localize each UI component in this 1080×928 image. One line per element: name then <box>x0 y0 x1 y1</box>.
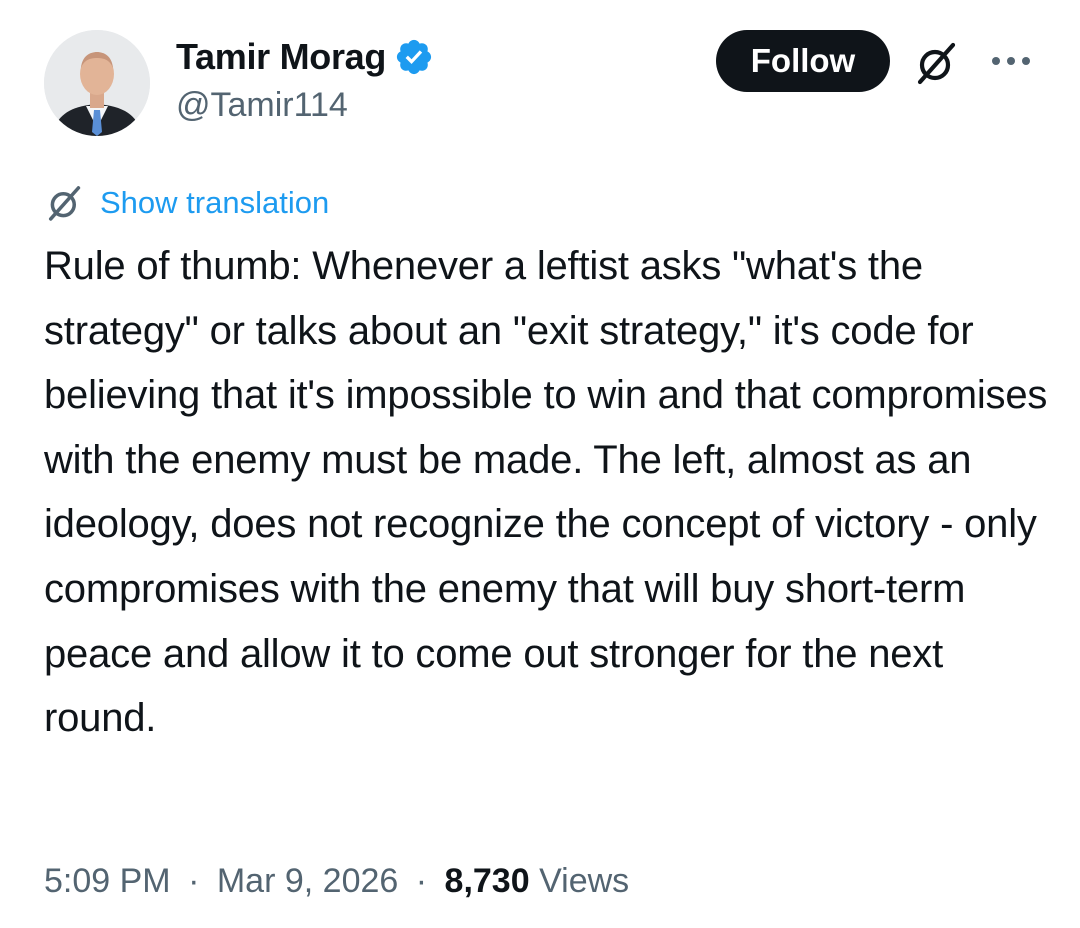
tweet-text: Rule of thumb: Whenever a leftist asks "… <box>44 244 1048 741</box>
views-label: Views <box>539 862 630 900</box>
views-count[interactable]: 8,730 <box>445 862 530 900</box>
grok-translate-icon <box>44 182 86 224</box>
tweet-meta: 5:09 PM · Mar 9, 2026 · 8,730 Views <box>44 862 629 901</box>
avatar-image <box>44 30 150 136</box>
translation-row[interactable]: Show translation <box>44 180 329 226</box>
follow-button[interactable]: Follow <box>716 30 890 92</box>
meta-separator: · <box>415 862 428 900</box>
tweet-time[interactable]: 5:09 PM <box>44 862 171 900</box>
verified-badge-icon <box>394 37 434 77</box>
author-handle[interactable]: @Tamir114 <box>176 86 348 125</box>
author-display-name[interactable]: Tamir Morag <box>176 36 386 78</box>
author-name-row: Tamir Morag <box>176 34 434 80</box>
author-avatar[interactable] <box>44 30 150 136</box>
show-translation-link[interactable]: Show translation <box>100 185 329 221</box>
grok-icon[interactable] <box>912 38 962 88</box>
tweet-date[interactable]: Mar 9, 2026 <box>217 862 398 900</box>
meta-separator: · <box>188 862 200 900</box>
more-options-icon[interactable] <box>988 46 1034 76</box>
